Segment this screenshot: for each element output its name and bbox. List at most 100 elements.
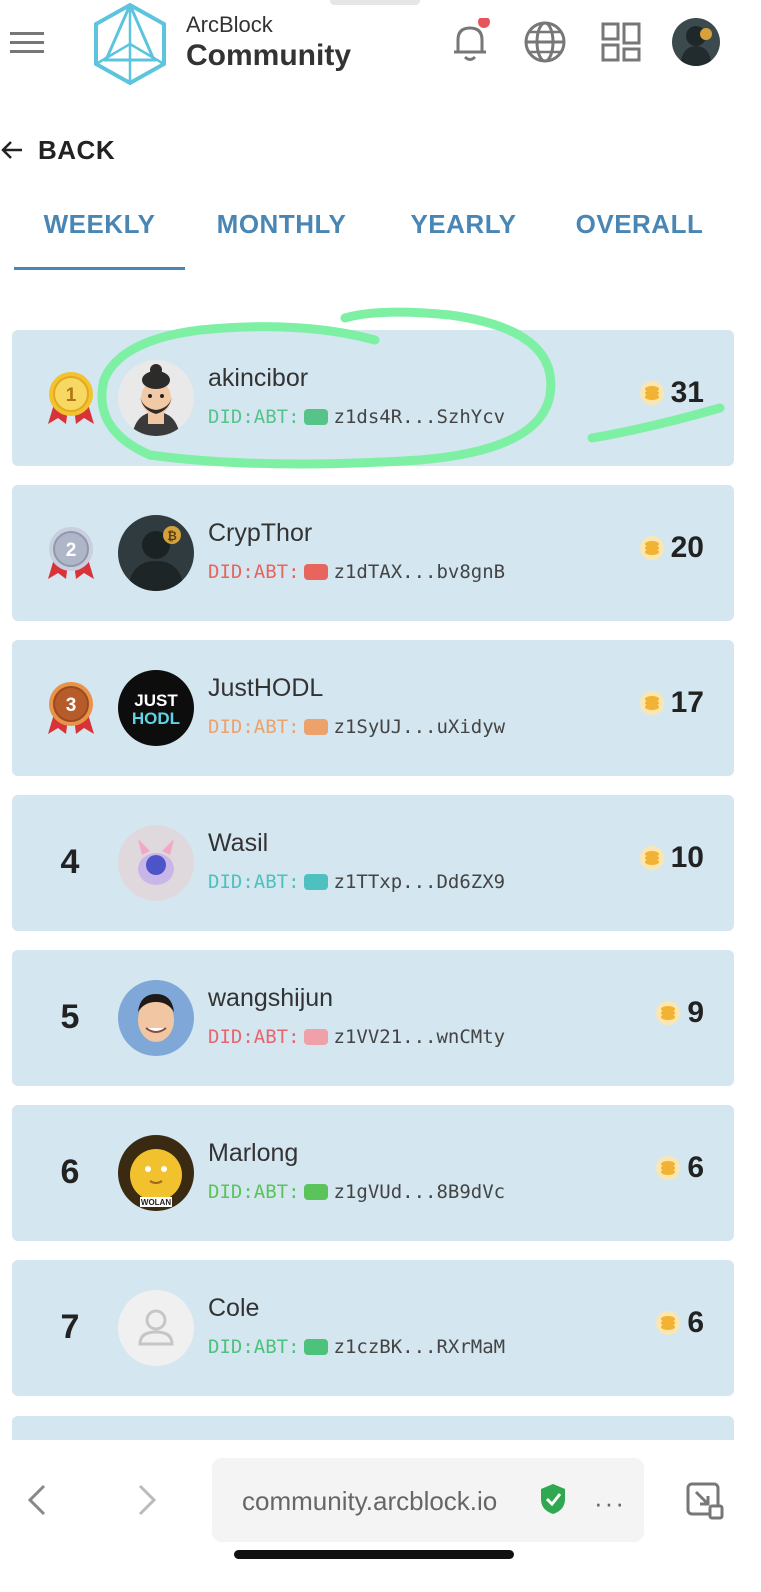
svg-text:₿: ₿ [167,529,177,543]
score: 20 [639,531,704,565]
avatar-text: JUST [134,691,178,710]
leaderboard-row[interactable]: 7 Cole DID:ABT: z1czBK...RXrMaM 6 [12,1260,734,1396]
avatar [118,360,194,436]
coin-icon [639,691,664,715]
did-short: z1TTxp...Dd6ZX9 [333,871,506,893]
coin-icon [639,846,664,870]
username[interactable]: Wasil [208,829,268,858]
did-short: z1czBK...RXrMaM [333,1336,506,1358]
did-short: z1ds4R...SzhYcv [333,406,506,428]
did-address[interactable]: DID:ABT: z1czBK...RXrMaM [208,1336,505,1358]
leaderboard-row[interactable]: 5 wangshijun DID:ABT: z1VV21...wnCMty 9 [12,950,734,1086]
score: 6 [655,1306,704,1340]
did-identicon-icon [303,719,328,735]
arrow-left-icon [1,141,22,159]
arcblock-logo-icon[interactable] [92,2,168,86]
did-address[interactable]: DID:ABT: z1gVUd...8B9dVc [208,1181,505,1203]
brand-title: Community [186,39,351,72]
did-prefix: DID:ABT: [208,716,300,738]
score-value: 6 [687,1151,704,1184]
svg-text:1: 1 [66,385,77,406]
tab-overall[interactable]: OVERALL [554,209,725,240]
user-avatar[interactable] [672,18,720,66]
score-value: 20 [670,531,704,564]
did-address[interactable]: DID:ABT: z1dTAX...bv8gnB [208,561,505,583]
secure-shield-icon [541,1484,565,1514]
leaderboard-row[interactable]: 1 akincibor DID:ABT: z1ds4R...SzhYcv 31 [12,330,734,466]
brand[interactable]: ArcBlock Community [186,12,351,73]
username[interactable]: wangshijun [208,984,333,1013]
score-value: 10 [670,841,704,874]
coin-icon [639,536,664,560]
did-short: z1VV21...wnCMty [333,1026,506,1048]
did-address[interactable]: DID:ABT: z1VV21...wnCMty [208,1026,505,1048]
coin-icon [656,1001,681,1025]
did-identicon-icon [303,1184,328,1200]
did-address[interactable]: DID:ABT: z1ds4R...SzhYcv [208,406,505,428]
browser-back-icon[interactable] [22,1482,52,1518]
leaderboard-row[interactable]: 2 ₿ CrypThor DID:ABT: z1dTAX...bv8gnB 20 [12,485,734,621]
avatar: WOLAN [118,1135,194,1211]
status-notch [330,0,420,5]
did-prefix: DID:ABT: [208,1026,300,1048]
address-bar[interactable]: community.arcblock.io ··· [212,1458,644,1542]
rank-number: 6 [60,1153,80,1191]
minimize-window-icon[interactable] [684,1480,724,1520]
svg-text:3: 3 [66,695,77,716]
did-short: z1dTAX...bv8gnB [333,561,506,583]
leaderboard-row[interactable]: 6 WOLAN Marlong DID:ABT: z1gVUd...8B9dVc [12,1105,734,1241]
username[interactable]: JustHODL [208,674,323,703]
back-button[interactable]: BACK [0,130,115,170]
language-globe-icon[interactable] [521,18,569,66]
browser-toolbar: community.arcblock.io ··· [0,1440,761,1592]
username[interactable]: Marlong [208,1139,298,1168]
username[interactable]: CrypThor [208,519,312,548]
rank-number: 5 [60,998,80,1036]
url-text: community.arcblock.io [242,1486,498,1516]
avatar [118,825,194,901]
did-address[interactable]: DID:ABT: z1TTxp...Dd6ZX9 [208,871,505,893]
did-prefix: DID:ABT: [208,1181,300,1203]
svg-text:WOLAN: WOLAN [141,1198,171,1207]
leaderboard-row[interactable]: 4 Wasil DID:ABT: z1TTxp...Dd6ZX9 10 [12,795,734,931]
bronze-medal-icon: 3 [48,682,94,734]
did-address[interactable]: DID:ABT: z1SyUJ...uXidyw [208,716,505,738]
tab-monthly[interactable]: MONTHLY [196,209,367,240]
did-identicon-icon [303,1029,328,1045]
silver-medal-icon: 2 [48,527,94,579]
rank-number: 7 [60,1308,80,1346]
leaderboard-row[interactable]: 3 JUST HODL JustHODL DID:ABT: z1SyUJ...u… [12,640,734,776]
home-indicator [234,1550,514,1559]
username[interactable]: Cole [208,1294,259,1323]
rank-number: 4 [60,843,80,881]
score: 31 [639,376,704,410]
avatar-text: HODL [132,709,180,728]
did-prefix: DID:ABT: [208,871,300,893]
username[interactable]: akincibor [208,364,308,393]
browser-forward-icon[interactable] [132,1482,162,1518]
score: 6 [655,1151,704,1185]
more-options-icon[interactable]: ··· [594,1488,626,1519]
notification-bell-icon[interactable] [446,18,494,66]
score-value: 17 [670,686,704,719]
score: 17 [639,686,704,720]
score-value: 31 [670,376,704,409]
did-short: z1SyUJ...uXidyw [333,716,506,738]
tab-yearly[interactable]: YEARLY [378,209,549,240]
notification-dot [478,18,490,28]
active-tab-indicator [14,267,185,270]
score-value: 9 [687,996,704,1029]
score-value: 6 [687,1306,704,1339]
coin-icon [656,1311,681,1335]
coin-icon [656,1156,681,1180]
did-identicon-icon [303,1339,328,1355]
did-prefix: DID:ABT: [208,1336,300,1358]
svg-text:2: 2 [66,540,77,561]
period-tabs: WEEKLY MONTHLY YEARLY OVERALL [0,195,761,275]
tab-weekly[interactable]: WEEKLY [14,209,185,240]
apps-grid-icon[interactable] [597,18,645,66]
did-identicon-icon [303,874,328,890]
back-label: BACK [38,134,116,165]
hamburger-menu-icon[interactable] [10,28,46,58]
avatar: ₿ [118,515,194,591]
